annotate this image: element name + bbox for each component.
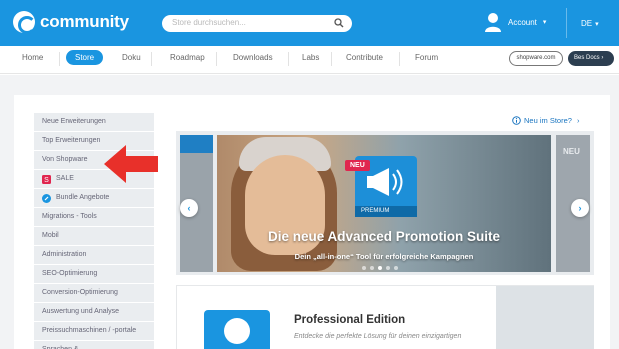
nav-separator xyxy=(399,52,400,66)
shopware-logo-icon xyxy=(13,11,36,34)
nav-separator xyxy=(288,52,289,66)
sidebar-item-seo-optimierung[interactable]: SEO-Optimierung xyxy=(34,265,154,283)
premium-label-text: PREMIUM xyxy=(361,208,390,214)
nav-separator xyxy=(151,52,152,66)
svg-text:S: S xyxy=(44,177,49,184)
sidebar-item-bundle-angebote[interactable]: Bundle Angebote xyxy=(34,189,154,207)
account-menu[interactable]: Account ▾ xyxy=(484,11,546,33)
product-title[interactable]: Professional Edition xyxy=(294,314,405,326)
carousel-prev-button[interactable]: ‹ xyxy=(180,199,198,217)
new-in-store-link[interactable]: Neu im Store? › xyxy=(512,116,579,125)
sidebar-item-label: Conversion-Optimierung xyxy=(42,289,118,296)
sidebar-item-label: Mobil xyxy=(42,232,59,239)
chevron-right-icon: › xyxy=(578,203,582,213)
language-label: DE xyxy=(581,19,593,28)
sidebar-item-label: SALE xyxy=(56,175,74,182)
shopware-com-button[interactable]: shopware.com xyxy=(509,51,563,66)
carousel-dot[interactable] xyxy=(394,266,398,270)
slide-headline: Die neue Advanced Promotion Suite xyxy=(267,229,501,244)
chevron-left-icon: ‹ xyxy=(187,203,191,213)
user-avatar-icon xyxy=(485,13,501,32)
product-description: Entdecke die perfekte Lösung für deinen … xyxy=(294,333,462,340)
carousel-dot-active[interactable] xyxy=(378,266,382,270)
sidebar-item-migrations-tools[interactable]: Migrations - Tools xyxy=(34,208,154,226)
product-image xyxy=(496,286,594,349)
nav-separator xyxy=(331,52,332,66)
sale-tag-icon: S xyxy=(42,174,51,184)
sidebar-item-label: Preissuchmaschinen / -portale xyxy=(42,327,137,334)
carousel-pagination xyxy=(362,266,398,270)
search-icon[interactable] xyxy=(334,18,344,28)
nav-labs[interactable]: Labs xyxy=(302,53,319,62)
sidebar-item-label: Bundle Angebote xyxy=(56,194,110,201)
carousel-dot[interactable] xyxy=(362,266,366,270)
language-selector[interactable]: DE ▾ xyxy=(581,19,599,28)
carousel-dot[interactable] xyxy=(370,266,374,270)
nav-contribute[interactable]: Contribute xyxy=(346,53,383,62)
product-logo-tile xyxy=(204,310,270,349)
chevron-right-icon: › xyxy=(576,116,580,125)
sidebar-item-label: Migrations - Tools xyxy=(42,213,97,220)
main-navigation: Home Store Doku Roadmap Downloads Labs C… xyxy=(0,46,619,74)
carousel-next-button[interactable]: › xyxy=(571,199,589,217)
nav-separator xyxy=(216,52,217,66)
search-input[interactable]: Store durchsuchen... xyxy=(162,15,352,32)
carousel-dot[interactable] xyxy=(386,266,390,270)
docs-button-label: Bes Docs xyxy=(574,55,600,61)
nav-home[interactable]: Home xyxy=(22,53,43,62)
brand-name: community xyxy=(40,12,129,31)
sidebar-item-neue-erweiterungen[interactable]: Neue Erweiterungen xyxy=(34,113,154,131)
sidebar-item-label: Von Shopware xyxy=(42,156,88,163)
sidebar-item-label: Auswertung und Analyse xyxy=(42,308,120,315)
shopware-logo-icon xyxy=(224,318,250,344)
account-label: Account xyxy=(508,17,537,27)
header-divider xyxy=(566,8,567,38)
bundle-icon xyxy=(42,193,51,203)
nav-forum[interactable]: Forum xyxy=(415,53,438,62)
nav-roadmap[interactable]: Roadmap xyxy=(170,53,205,62)
sidebar-item-label: Administration xyxy=(42,251,87,258)
top-bar: community Store durchsuchen... Account ▾… xyxy=(0,0,619,46)
nav-doku[interactable]: Doku xyxy=(122,53,141,62)
new-in-store-label: Neu im Store? xyxy=(524,116,572,125)
sidebar-item-mobil[interactable]: Mobil xyxy=(34,227,154,245)
new-badge: NEU xyxy=(345,160,370,171)
chevron-down-icon: ▾ xyxy=(542,19,547,26)
nav-separator xyxy=(59,52,60,66)
sidebar-item-administration[interactable]: Administration xyxy=(34,246,154,264)
carousel-prev-slide-header xyxy=(180,135,213,153)
next-slide-label: NEU xyxy=(563,147,580,156)
info-icon xyxy=(512,116,521,125)
carousel-active-slide[interactable]: NEU PREMIUM Die neue Advanced Promotion … xyxy=(217,135,551,272)
sidebar-item-label: Sprachen & xyxy=(42,341,79,349)
sidebar-item-conversion-optimierung[interactable]: Conversion-Optimierung xyxy=(34,284,154,302)
sidebar-item-label: Neue Erweiterungen xyxy=(42,118,106,125)
chevron-down-icon: ▾ xyxy=(595,21,599,28)
sidebar-item-preissuchmaschinen[interactable]: Preissuchmaschinen / -portale xyxy=(34,322,154,340)
sidebar-item-auswertung-analyse[interactable]: Auswertung und Analyse xyxy=(34,303,154,321)
sidebar-item-sprachen[interactable]: Sprachen & xyxy=(34,341,154,349)
sidebar-item-label: Top Erweiterungen xyxy=(42,137,101,144)
premium-label: PREMIUM xyxy=(355,206,417,217)
annotation-arrow-icon xyxy=(104,145,158,183)
nav-downloads[interactable]: Downloads xyxy=(233,53,273,62)
slide-subline: Dein „all-in-one“ Tool für erfolgreiche … xyxy=(294,252,474,261)
search-placeholder: Store durchsuchen... xyxy=(172,18,246,27)
sidebar-item-label: SEO-Optimierung xyxy=(42,270,98,277)
nav-store[interactable]: Store xyxy=(66,50,104,65)
docs-button[interactable]: Bes Docs › xyxy=(568,51,614,66)
brand-logo[interactable]: community xyxy=(13,11,129,34)
